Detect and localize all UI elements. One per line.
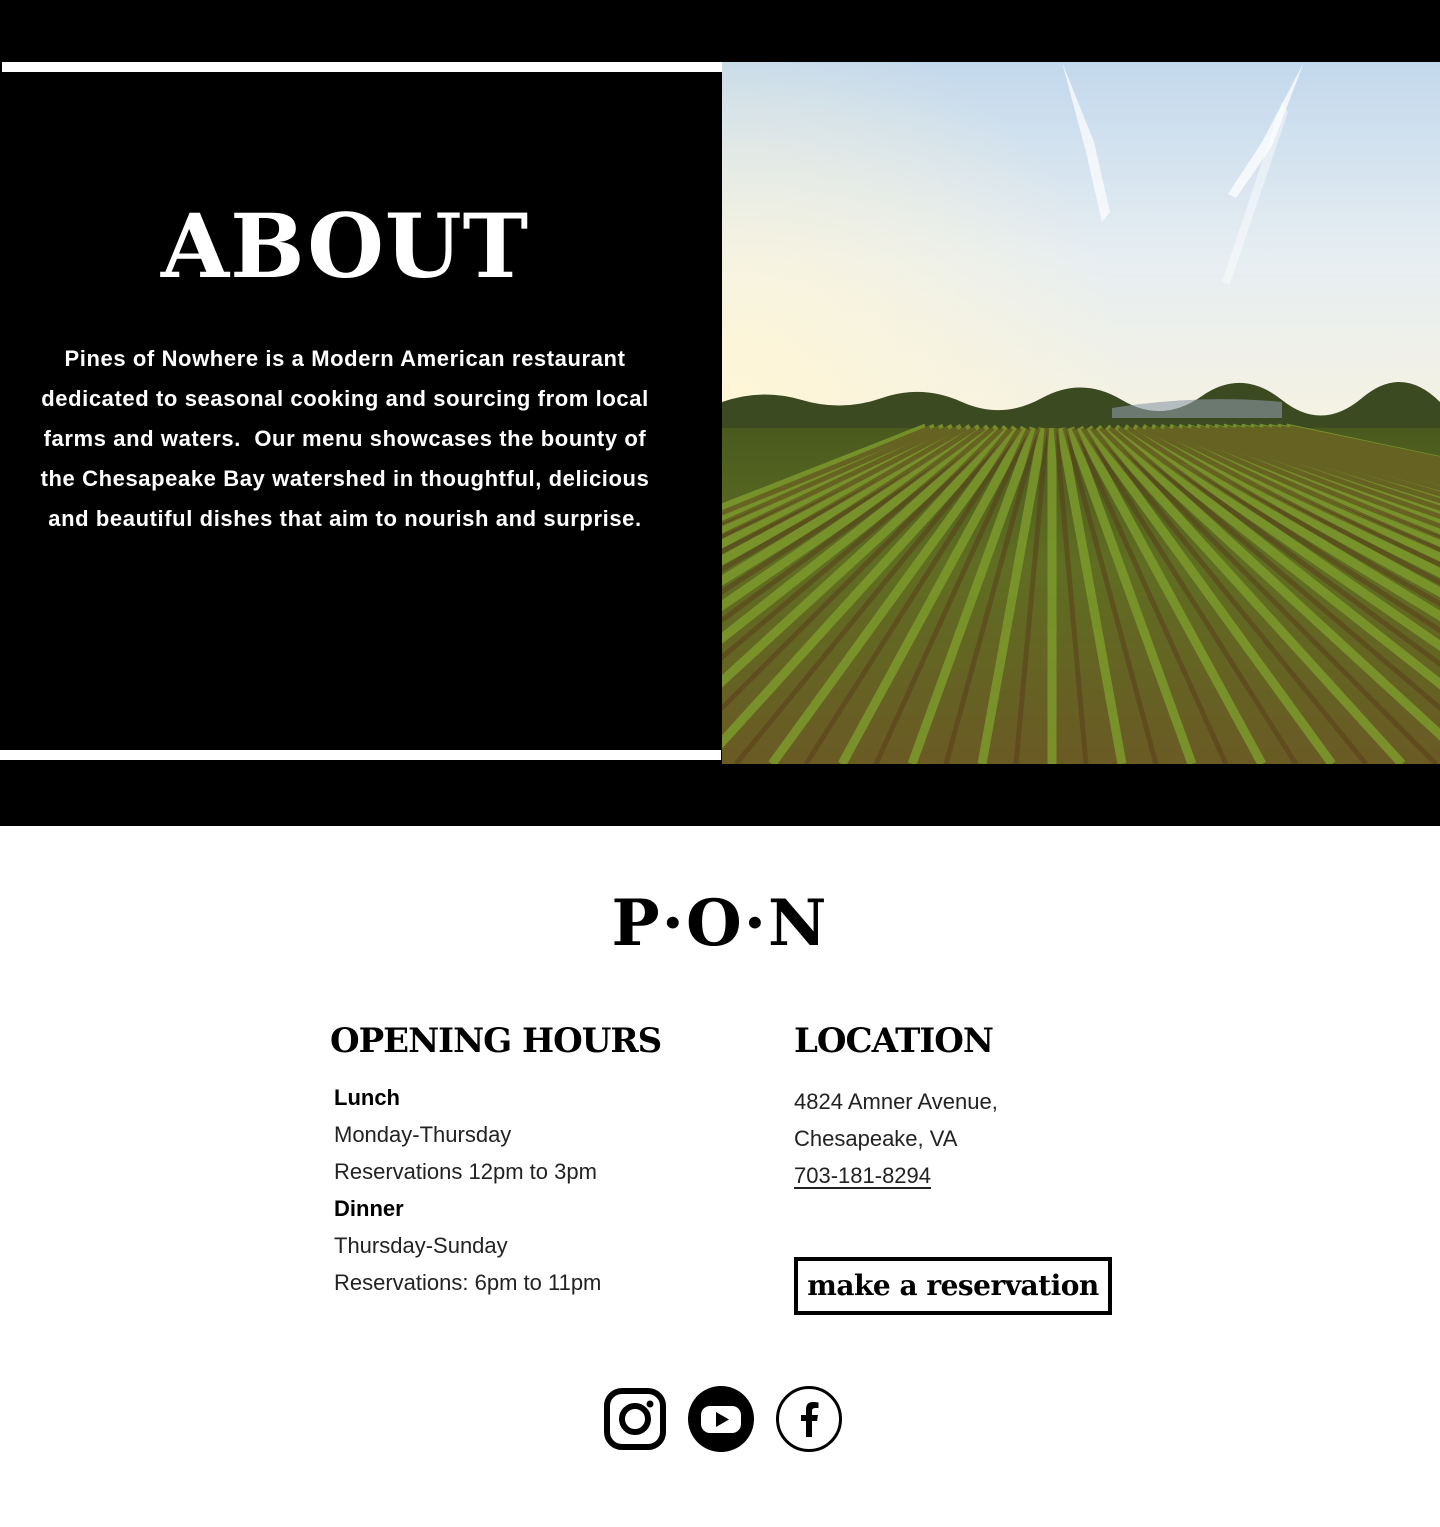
footer-logo: P·O·N [611, 886, 829, 961]
address-line-2: Chesapeake, VA [794, 1126, 958, 1151]
address-line-1: 4824 Amner Avenue, [794, 1089, 998, 1114]
divider-top [2, 62, 722, 72]
lunch-label: Lunch [334, 1085, 400, 1110]
about-section: ABOUT Pines of Nowhere is a Modern Ameri… [0, 0, 1440, 826]
dinner-days: Thursday-Sunday [334, 1233, 508, 1258]
location-info: 4824 Amner Avenue, Chesapeake, VA 703-18… [794, 1083, 1194, 1194]
dinner-label: Dinner [334, 1196, 404, 1221]
about-description: Pines of Nowhere is a Modern American re… [40, 346, 650, 531]
about-heading: ABOUT [160, 194, 530, 298]
location-heading: LOCATION [794, 1021, 994, 1061]
instagram-icon[interactable] [601, 1385, 669, 1453]
farm-field-photo [722, 62, 1440, 764]
opening-hours-list: Lunch Monday-Thursday Reservations 12pm … [334, 1079, 754, 1301]
lunch-times: Reservations 12pm to 3pm [334, 1159, 597, 1184]
make-reservation-button[interactable]: make a reservation [794, 1257, 1112, 1315]
opening-hours-heading: OPENING HOURS [330, 1021, 662, 1061]
dinner-times: Reservations: 6pm to 11pm [334, 1270, 602, 1295]
youtube-icon[interactable] [686, 1385, 756, 1453]
facebook-icon[interactable] [774, 1385, 844, 1453]
lunch-days: Monday-Thursday [334, 1122, 512, 1147]
phone-link[interactable]: 703-181-8294 [794, 1157, 1194, 1194]
divider-bottom [0, 750, 721, 760]
